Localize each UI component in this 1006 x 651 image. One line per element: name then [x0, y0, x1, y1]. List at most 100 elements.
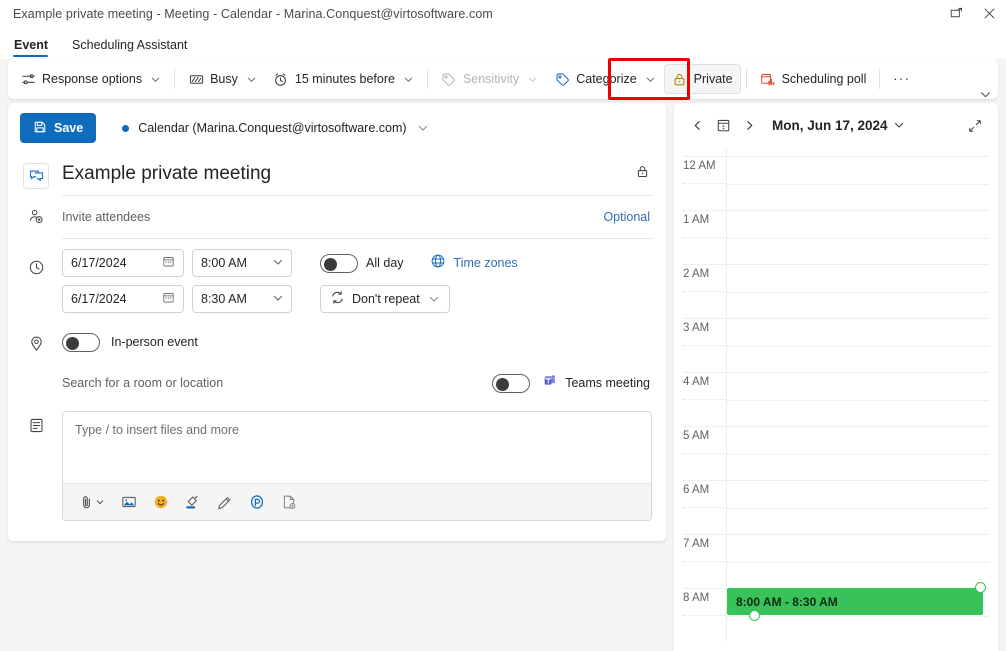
hour-row[interactable]: 7 AM	[683, 534, 989, 588]
description-rail	[20, 405, 52, 521]
emoji-icon[interactable]	[147, 489, 174, 516]
start-time-value: 8:00 AM	[201, 256, 247, 270]
more-commands-button[interactable]: ···	[885, 64, 918, 94]
expand-diagonal-icon[interactable]	[964, 115, 986, 137]
calendar-event-block[interactable]: 8:00 AM - 8:30 AM	[727, 582, 986, 621]
location-input[interactable]: Search for a room or location	[52, 376, 223, 390]
chevron-down-icon[interactable]	[429, 294, 440, 305]
teams-meeting-toggle[interactable]	[492, 373, 531, 393]
hour-row[interactable]: 12 AM	[683, 156, 989, 210]
chevron-down-icon[interactable]	[645, 74, 656, 85]
in-person-row: In-person event	[8, 323, 666, 361]
globe-icon	[430, 253, 446, 274]
start-date-field[interactable]: 6/17/2024	[62, 249, 184, 277]
event-resize-handle-top[interactable]	[975, 582, 986, 593]
end-time-field[interactable]: 8:30 AM	[192, 285, 292, 313]
scheduling-poll-button[interactable]: Scheduling poll	[752, 64, 875, 94]
chevron-down-icon[interactable]	[273, 292, 283, 306]
end-time-row: 6/17/2024 8:30 AM Don't repeat	[52, 281, 654, 317]
close-icon[interactable]	[973, 0, 1006, 27]
repeat-button[interactable]: Don't repeat	[320, 285, 450, 313]
save-row: Save Calendar (Marina.Conquest@virtosoft…	[8, 103, 666, 153]
categorize-tag-icon	[554, 71, 570, 87]
popout-icon[interactable]	[940, 0, 973, 27]
hour-row[interactable]: 2 AM	[683, 264, 989, 318]
tab-scheduling-assistant[interactable]: Scheduling Assistant	[71, 38, 196, 59]
time-zones-link[interactable]: Time zones	[454, 256, 518, 270]
calendar-date-picker[interactable]: Mon, Jun 17, 2024	[772, 118, 904, 133]
highlighter-icon[interactable]	[179, 489, 206, 516]
sensitivity-button[interactable]: Sensitivity	[433, 64, 546, 94]
chevron-right-icon[interactable]	[738, 115, 760, 137]
teams-meeting-group: T Teams meeting	[492, 372, 654, 394]
reminder-button[interactable]: 15 minutes before	[265, 64, 422, 94]
chevron-down-icon[interactable]	[246, 74, 257, 85]
save-button[interactable]: Save	[20, 113, 97, 143]
day-grid-rows: 12 AM 1 AM 2 AM 3 AM 4 AM 5 AM 6 AM 7 AM 8 AM 8:0…	[683, 148, 989, 642]
hour-slot[interactable]	[727, 426, 989, 480]
loop-component-icon[interactable]	[243, 489, 270, 516]
description-input[interactable]: Type / to insert files and more	[63, 412, 651, 483]
divider	[426, 69, 428, 89]
hour-slot[interactable]	[727, 372, 989, 426]
insert-document-icon[interactable]	[275, 489, 302, 516]
title-bar: Example private meeting - Meeting - Cale…	[0, 0, 1006, 27]
insert-picture-icon[interactable]	[115, 489, 142, 516]
hour-slot[interactable]	[727, 480, 989, 534]
hour-row[interactable]: 3 AM	[683, 318, 989, 372]
draw-pen-icon[interactable]	[211, 489, 238, 516]
command-bar-container: Response options Busy 15 minutes before …	[0, 58, 1006, 103]
start-time-field[interactable]: 8:00 AM	[192, 249, 292, 277]
tab-event[interactable]: Event	[13, 38, 57, 59]
calendar-icon[interactable]	[162, 291, 175, 307]
chevron-down-icon[interactable]	[273, 256, 283, 270]
private-lock-icon	[672, 71, 688, 87]
subject-input[interactable]: Example private meeting	[52, 163, 271, 185]
chevron-down-icon[interactable]	[403, 74, 414, 85]
categorize-label: Categorize	[576, 72, 637, 86]
toggle-knob	[66, 336, 79, 350]
all-day-toggle[interactable]	[320, 253, 358, 273]
hour-slot[interactable]	[727, 534, 989, 588]
attendees-input[interactable]: Invite attendees	[52, 210, 150, 224]
chevron-down-icon[interactable]	[150, 74, 161, 85]
day-grid[interactable]: 12 AM 1 AM 2 AM 3 AM 4 AM 5 AM 6 AM 7 AM 8 AM 8:0…	[683, 148, 989, 651]
hour-label: 2 AM	[683, 264, 727, 318]
categorize-button[interactable]: Categorize	[546, 64, 663, 94]
hour-row[interactable]: 1 AM	[683, 210, 989, 264]
calendar-icon[interactable]	[162, 255, 175, 271]
hour-slot[interactable]	[727, 264, 989, 318]
chevron-down-icon[interactable]	[418, 123, 429, 134]
calendar-selector[interactable]: Calendar (Marina.Conquest@virtosoftware.…	[122, 121, 428, 135]
in-person-toggle[interactable]	[62, 332, 100, 352]
busy-status-button[interactable]: Busy	[180, 64, 265, 94]
private-button[interactable]: Private	[663, 64, 741, 94]
hour-label: 6 AM	[683, 480, 727, 534]
svg-text:T: T	[547, 379, 551, 385]
hour-row[interactable]: 5 AM	[683, 426, 989, 480]
chevron-down-icon[interactable]	[527, 74, 538, 85]
calendar-color-dot	[122, 124, 130, 132]
attach-file-icon[interactable]	[72, 489, 110, 516]
response-options-label: Response options	[42, 72, 143, 86]
ribbon-expand-icon[interactable]	[976, 85, 994, 103]
chevron-down-icon[interactable]	[894, 118, 904, 133]
response-options-button[interactable]: Response options	[12, 64, 169, 94]
subject-row: Example private meeting	[8, 153, 666, 195]
scheduling-poll-icon	[760, 71, 776, 87]
optional-link[interactable]: Optional	[603, 210, 654, 224]
start-date-value: 6/17/2024	[71, 256, 127, 270]
datetime-block: 6/17/2024 8:00 AM All day Time zones 6/1…	[8, 239, 666, 317]
hour-row[interactable]: 6 AM	[683, 480, 989, 534]
today-calendar-icon[interactable]	[712, 115, 734, 137]
hour-label: 12 AM	[683, 156, 727, 210]
hour-slot[interactable]	[727, 156, 989, 210]
divider	[745, 69, 747, 89]
hour-row[interactable]: 4 AM	[683, 372, 989, 426]
end-time-value: 8:30 AM	[201, 292, 247, 306]
event-resize-handle-bottom[interactable]	[749, 610, 760, 621]
end-date-field[interactable]: 6/17/2024	[62, 285, 184, 313]
hour-slot[interactable]	[727, 318, 989, 372]
hour-slot[interactable]	[727, 210, 989, 264]
chevron-left-icon[interactable]	[686, 115, 708, 137]
